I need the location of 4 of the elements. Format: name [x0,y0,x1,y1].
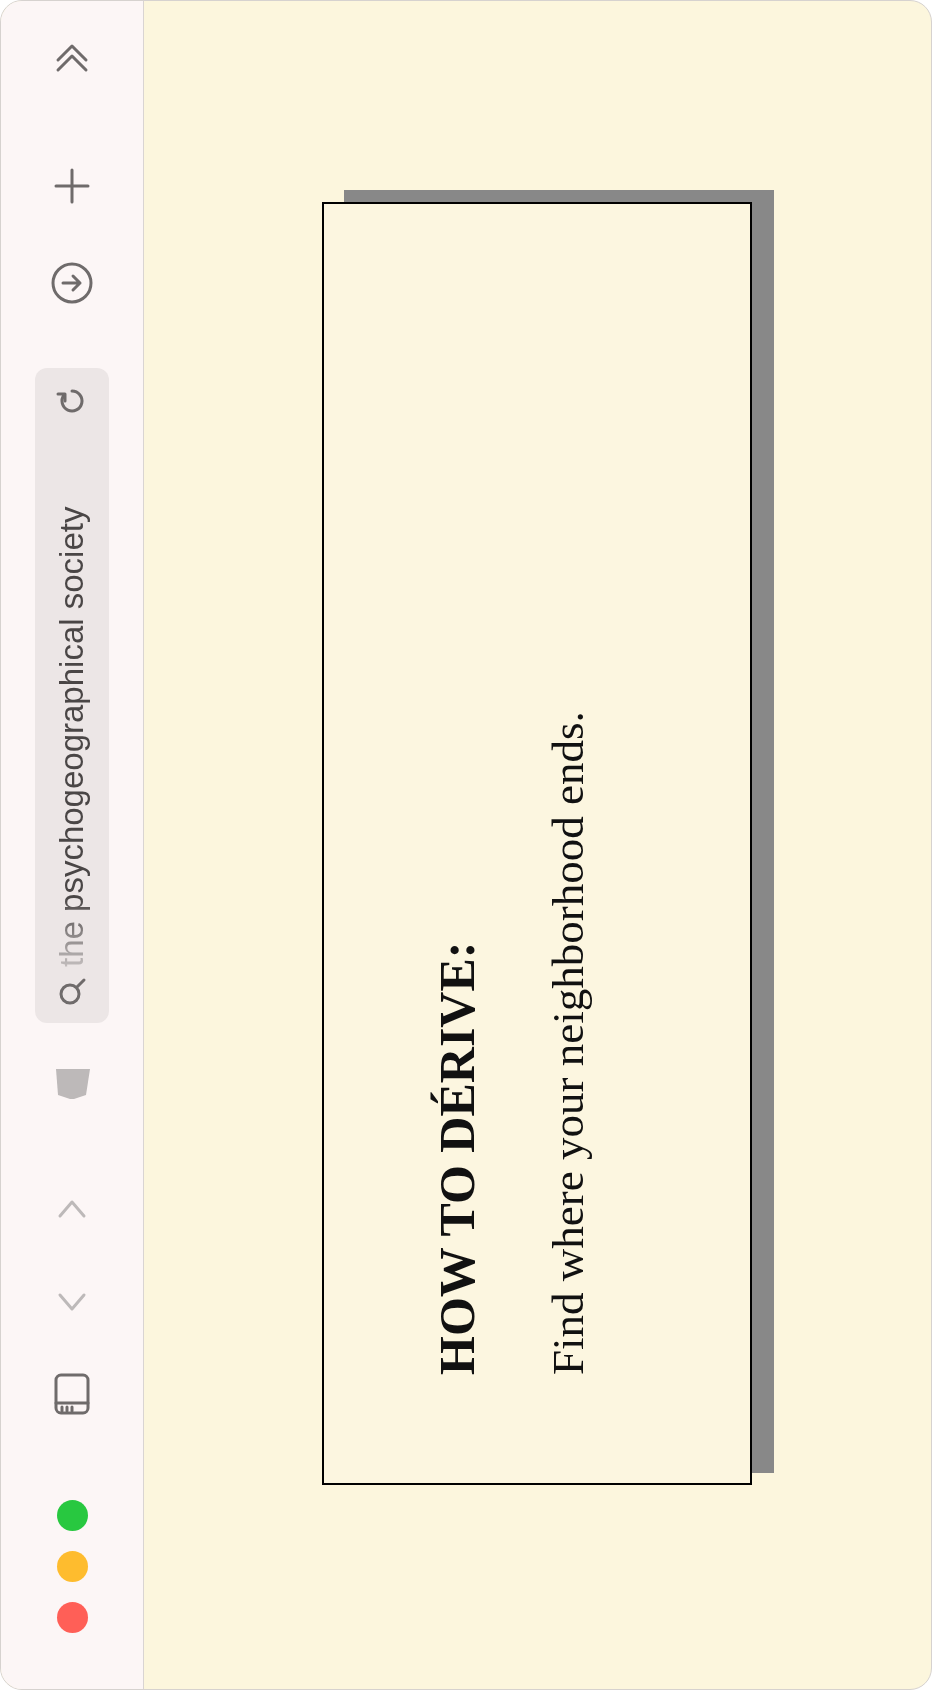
card-title: HOW TO DÉRIVE: [432,940,482,1375]
card-text: Find where your neighborhood ends. [546,710,591,1375]
address-bar[interactable]: the psychogeographical society [35,368,109,1023]
address-text: the psychogeographical society [52,505,92,967]
